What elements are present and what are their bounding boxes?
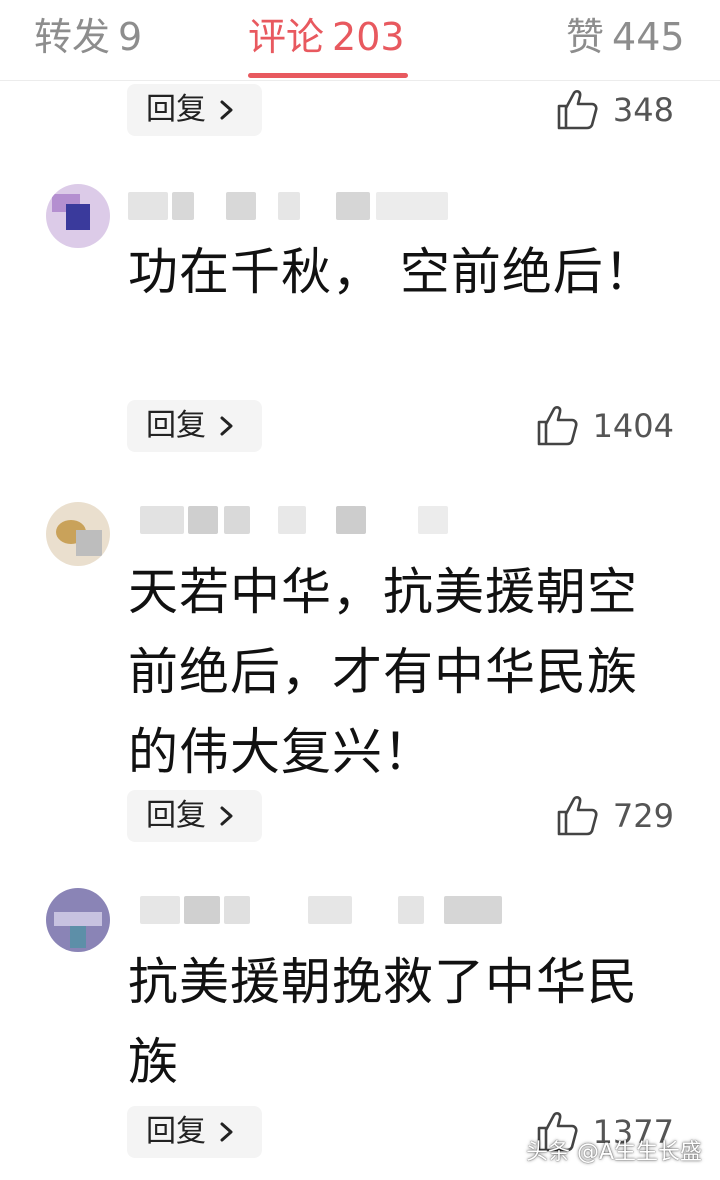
comment-text: 抗美援朝挽救了中华民族 [128, 953, 638, 1091]
reply-button[interactable]: 回复 [127, 400, 262, 452]
comment-text: 功在千秋， 空前绝后！ [128, 243, 655, 301]
like-button[interactable]: 1404 [535, 402, 674, 450]
chevron-right-icon [220, 1122, 233, 1142]
thumbs-up-icon [537, 406, 578, 446]
tab-comments-count: 203 [332, 15, 405, 59]
like-count: 1404 [592, 407, 674, 445]
tab-likes-count: 445 [612, 15, 685, 59]
tab-repost-label: 转发 [34, 15, 111, 59]
reply-button[interactable]: 回复 [127, 1106, 262, 1158]
tab-likes-label: 赞 [566, 15, 605, 59]
avatar[interactable] [46, 184, 110, 248]
tab-comments[interactable]: 评论 203 [248, 12, 405, 62]
reply-button[interactable]: 回复 [127, 790, 262, 842]
like-count: 729 [612, 797, 674, 835]
reply-button[interactable]: 回复 [127, 84, 262, 136]
like-button[interactable]: 348 [555, 86, 674, 134]
tab-repost-count: 9 [118, 15, 143, 59]
watermark: 头条 @A生生长盛 [525, 1140, 702, 1165]
thumbs-up-icon [557, 796, 598, 836]
tab-likes[interactable]: 赞 445 [566, 12, 685, 62]
thumbs-up-icon [557, 90, 598, 130]
chevron-right-icon [220, 806, 233, 826]
comment-text: 天若中华，抗美援朝空前绝后，才有中华民族的伟大复兴！ [128, 563, 638, 781]
reply-label: 回复 [146, 408, 206, 443]
reply-label: 回复 [146, 1114, 206, 1149]
chevron-right-icon [220, 100, 233, 120]
avatar[interactable] [46, 888, 110, 952]
active-tab-indicator [248, 73, 408, 78]
avatar[interactable] [46, 502, 110, 566]
tab-repost[interactable]: 转发 9 [34, 12, 142, 62]
tab-comments-label: 评论 [248, 15, 325, 59]
reply-label: 回复 [146, 92, 206, 127]
reply-label: 回复 [146, 798, 206, 833]
comment-tabs: 转发 9 评论 203 赞 445 [0, 0, 720, 81]
like-button[interactable]: 729 [555, 792, 674, 840]
chevron-right-icon [220, 416, 233, 436]
like-count: 348 [612, 91, 674, 129]
